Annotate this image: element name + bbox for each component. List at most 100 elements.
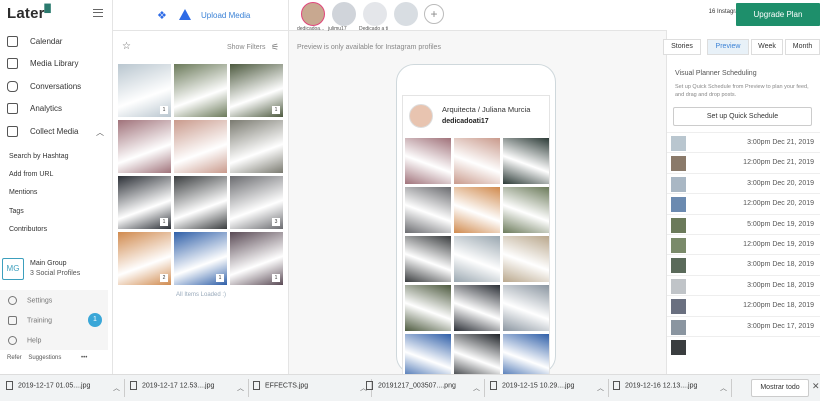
profile-avatar-2[interactable] xyxy=(363,2,387,26)
preview-post[interactable] xyxy=(405,285,451,331)
filter-icon[interactable]: ⚟ xyxy=(271,42,279,53)
sidebar-item-conversations[interactable]: Conversations xyxy=(0,76,113,98)
phone-frame: Arquitecta / Juliana Murcia dedicadoati1… xyxy=(396,64,556,374)
sub-search-hashtag[interactable]: Search by Hashtag xyxy=(9,153,69,160)
time-slot[interactable]: 5:00pm Dec 19, 2019 xyxy=(667,213,820,234)
media-tile[interactable]: 1 xyxy=(230,64,283,117)
group-profiles: 3 Social Profiles xyxy=(30,270,81,277)
refer-link[interactable]: Refer xyxy=(7,355,22,361)
help-icon xyxy=(8,336,17,345)
preview-post[interactable] xyxy=(454,285,500,331)
dropbox-icon[interactable]: ❖ xyxy=(157,9,168,22)
tab-month[interactable]: Month xyxy=(785,39,820,55)
time-slot[interactable]: 12:00pm Dec 21, 2019 xyxy=(667,152,820,172)
preview-post[interactable] xyxy=(454,187,500,233)
media-tile[interactable]: 1 xyxy=(174,232,227,285)
chevron-up-icon[interactable]: ︿ xyxy=(237,383,244,393)
preview-post[interactable] xyxy=(503,285,549,331)
profile-bar: + dedicadoa... julimu17 Dedicado a ti xyxy=(289,0,667,32)
slot-thumbnail xyxy=(671,217,686,233)
google-drive-icon[interactable] xyxy=(179,9,191,20)
quick-schedule-button[interactable]: Set up Quick Schedule xyxy=(673,107,812,126)
time-slot[interactable]: 3:00pm Dec 21, 2019 xyxy=(667,132,820,152)
time-slot[interactable]: 12:00pm Dec 20, 2019 xyxy=(667,193,820,213)
star-icon[interactable]: ☆ xyxy=(122,41,131,52)
chevron-up-icon[interactable]: ︿ xyxy=(597,383,604,393)
sidebar: Later▘ Calendar Media Library Conversati… xyxy=(0,0,113,374)
training-link[interactable]: Training xyxy=(8,316,52,325)
divider xyxy=(608,379,609,397)
profile-avatar-1[interactable] xyxy=(332,2,356,26)
media-tile[interactable]: 1 xyxy=(118,64,171,117)
group-name[interactable]: Main Group xyxy=(30,260,67,267)
media-tile[interactable] xyxy=(118,120,171,173)
help-link[interactable]: Help xyxy=(8,336,41,345)
time-slot[interactable]: 3:00pm Dec 17, 2019 xyxy=(667,315,820,336)
download-item[interactable]: 2019-12-17 01.05....jpg ︿ xyxy=(6,381,120,397)
time-slot[interactable] xyxy=(667,336,820,356)
settings-link[interactable]: Settings xyxy=(8,296,52,305)
chevron-up-icon[interactable]: ︿ xyxy=(113,383,120,393)
preview-post[interactable] xyxy=(405,334,451,374)
tab-week[interactable]: Week xyxy=(751,39,783,55)
preview-post[interactable] xyxy=(454,138,500,184)
download-item[interactable]: 2019-12-15 10.29....jpg ︿ xyxy=(490,381,604,397)
preview-post[interactable] xyxy=(405,138,451,184)
media-tile[interactable]: 2 xyxy=(118,232,171,285)
time-slot[interactable]: 3:00pm Dec 20, 2019 xyxy=(667,172,820,193)
download-item[interactable]: EFFECTS.jpg ︿ xyxy=(253,381,367,397)
preview-post[interactable] xyxy=(454,334,500,374)
download-item[interactable]: 20191217_003507....png ︿ xyxy=(366,381,480,397)
group-avatar[interactable]: MG xyxy=(2,258,24,280)
chevron-up-icon[interactable]: ︿ xyxy=(473,383,480,393)
image-icon xyxy=(7,58,18,69)
sub-tags[interactable]: Tags xyxy=(9,208,24,215)
refer-row: Refer Suggestions ••• xyxy=(7,355,87,361)
sub-mentions[interactable]: Mentions xyxy=(9,189,37,196)
later-logo[interactable]: Later▘ xyxy=(7,4,56,22)
media-tile[interactable] xyxy=(230,120,283,173)
visual-planner-title: Visual Planner Scheduling xyxy=(675,70,757,77)
profile-avatar-3[interactable] xyxy=(394,2,418,26)
media-tile[interactable]: 1 xyxy=(118,176,171,229)
download-item[interactable]: 2019-12-16 12.13....jpg ︿ xyxy=(613,381,727,397)
sub-add-url[interactable]: Add from URL xyxy=(9,171,53,178)
sidebar-item-media-library[interactable]: Media Library xyxy=(0,53,113,75)
media-tile[interactable] xyxy=(174,64,227,117)
download-item[interactable]: 2019-12-17 12.53....jpg ︿ xyxy=(130,381,244,397)
preview-post[interactable] xyxy=(503,187,549,233)
preview-post[interactable] xyxy=(454,236,500,282)
tab-stories[interactable]: Stories xyxy=(663,39,701,55)
preview-post[interactable] xyxy=(405,236,451,282)
sub-contributors[interactable]: Contributors xyxy=(9,226,47,233)
media-tile[interactable]: 3 xyxy=(230,176,283,229)
preview-post[interactable] xyxy=(503,138,549,184)
tab-preview[interactable]: Preview xyxy=(707,39,749,55)
show-all-button[interactable]: Mostrar todo xyxy=(751,379,809,397)
time-slot[interactable]: 3:00pm Dec 18, 2019 xyxy=(667,274,820,295)
media-tile[interactable] xyxy=(174,120,227,173)
more-icon[interactable]: ••• xyxy=(81,355,87,361)
time-slot[interactable]: 12:00pm Dec 18, 2019 xyxy=(667,295,820,315)
media-tile[interactable]: 1 xyxy=(230,232,283,285)
slot-thumbnail xyxy=(671,176,686,192)
close-icon[interactable]: ✕ xyxy=(812,381,820,392)
preview-post[interactable] xyxy=(405,187,451,233)
suggestions-link[interactable]: Suggestions xyxy=(28,355,61,361)
profile-avatar-0[interactable] xyxy=(301,2,325,26)
upgrade-plan-button[interactable]: Upgrade Plan xyxy=(736,3,820,26)
preview-post[interactable] xyxy=(503,334,549,374)
preview-post[interactable] xyxy=(503,236,549,282)
add-profile-button[interactable]: + xyxy=(424,4,444,24)
upload-media-link[interactable]: Upload Media xyxy=(201,11,250,20)
time-slot[interactable]: 3:00pm Dec 18, 2019 xyxy=(667,254,820,274)
show-filters-button[interactable]: Show Filters xyxy=(227,44,266,51)
sidebar-item-collect-media[interactable]: Collect Media ︿ xyxy=(0,121,113,143)
time-slot[interactable]: 12:00pm Dec 19, 2019 xyxy=(667,234,820,254)
sidebar-item-analytics[interactable]: Analytics xyxy=(0,98,113,120)
menu-icon[interactable] xyxy=(93,9,103,17)
slot-thumbnail xyxy=(671,238,686,253)
sidebar-item-calendar[interactable]: Calendar xyxy=(0,31,113,53)
media-tile[interactable] xyxy=(174,176,227,229)
chevron-up-icon[interactable]: ︿ xyxy=(720,383,727,393)
